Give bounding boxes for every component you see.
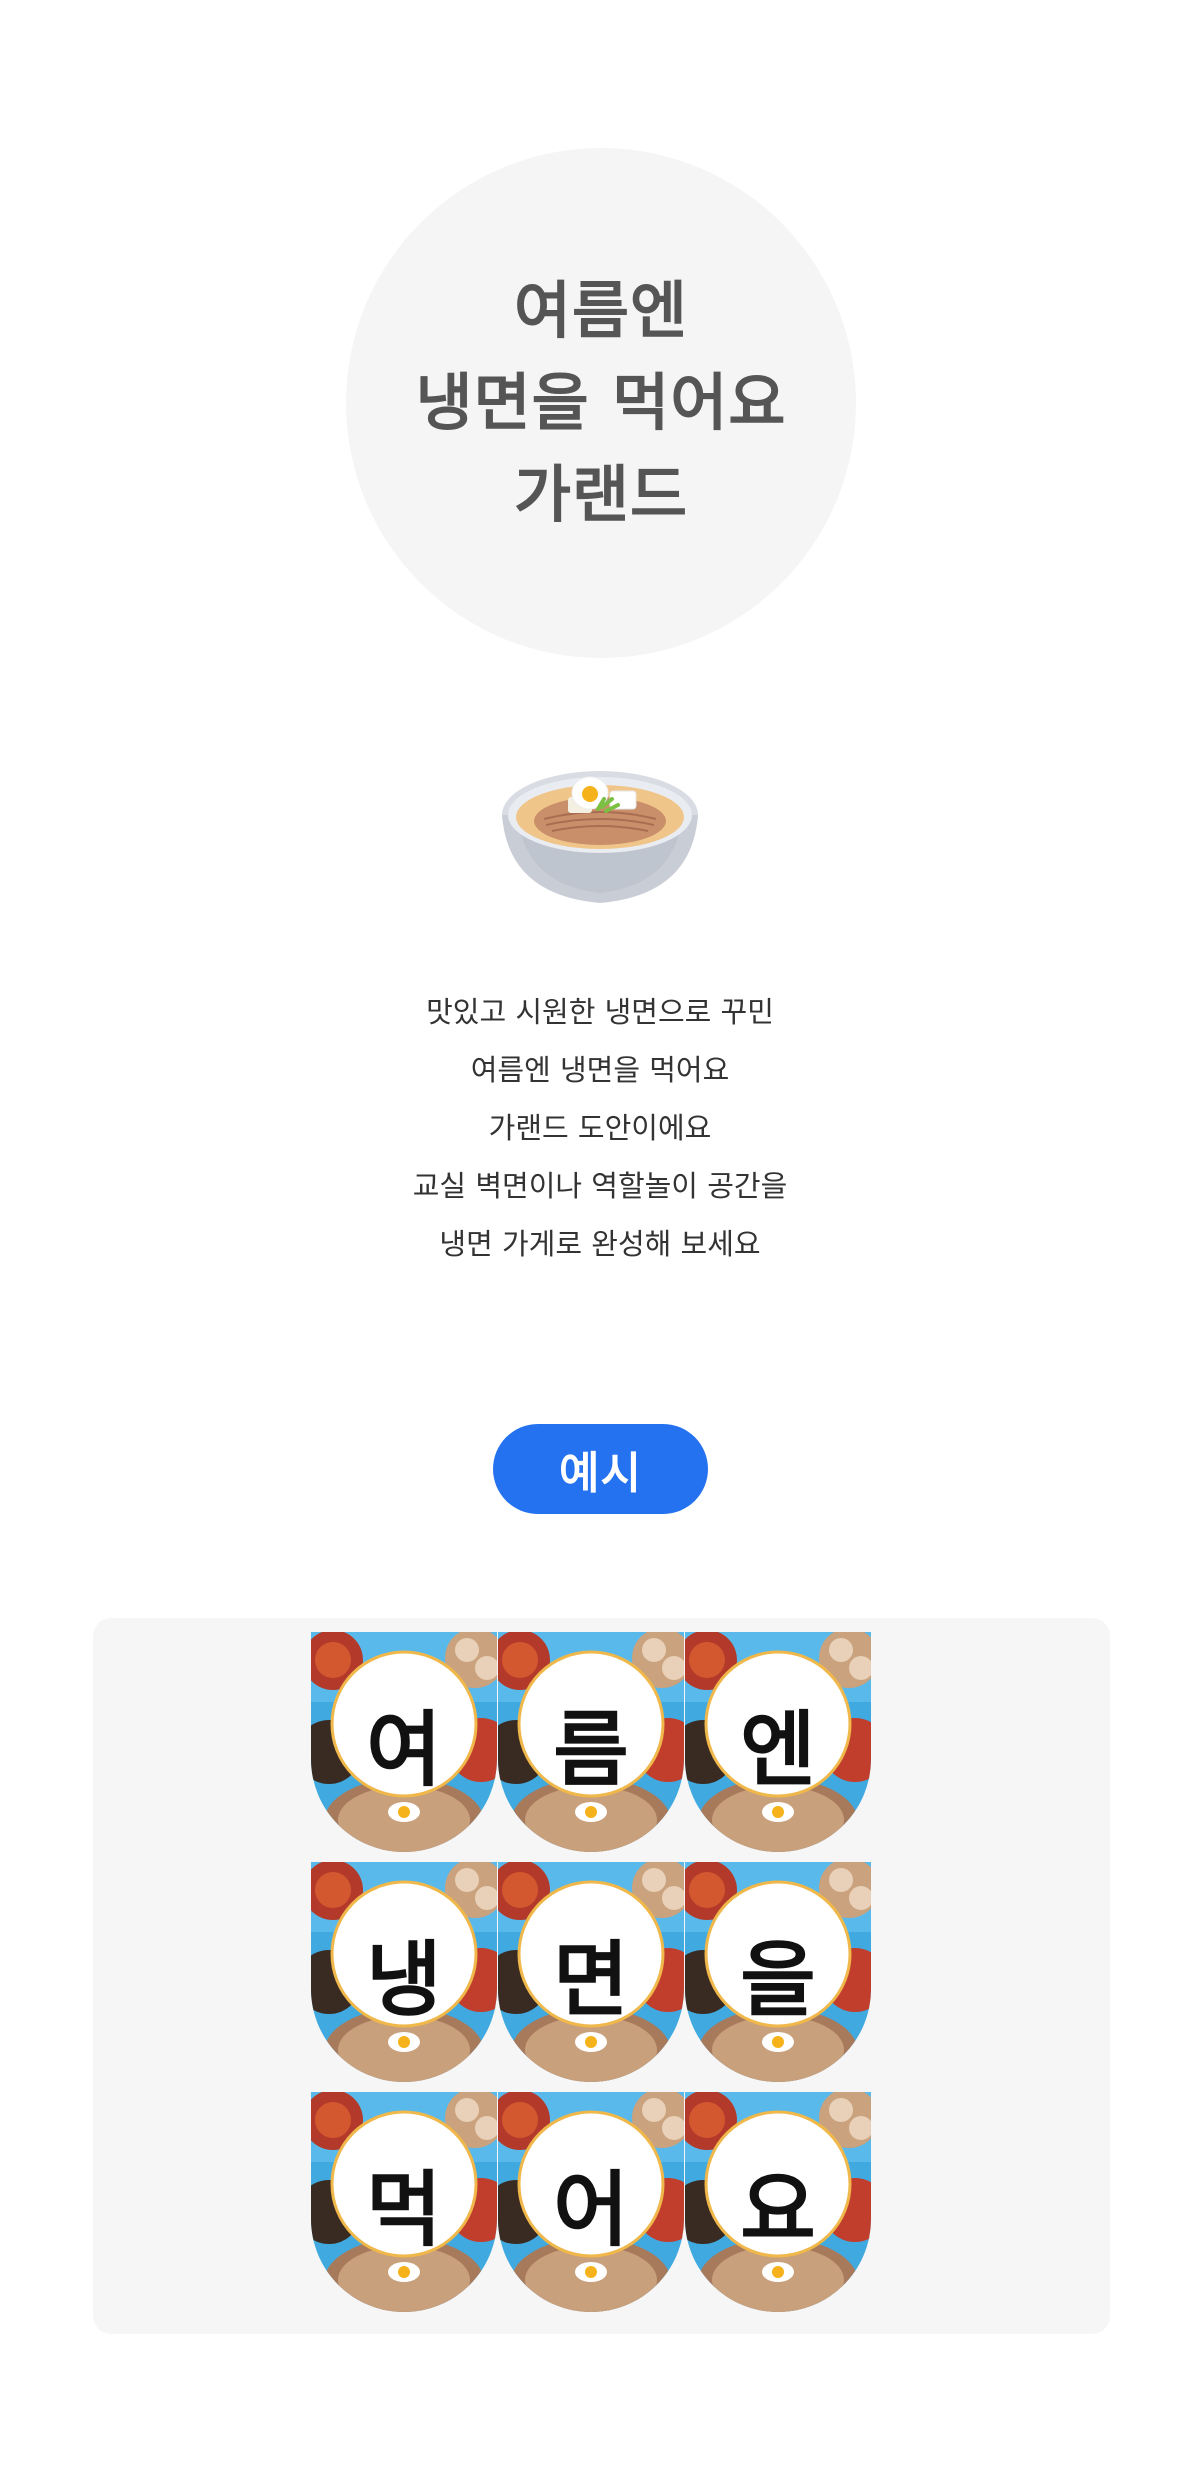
garland-letter: 름 [553,1702,629,1798]
garland-preview-panel: 여 름 엔냉 면 을먹 어 요 [93,1618,1110,2334]
garland-letter: 먹 [366,2162,442,2258]
example-button[interactable]: 예시 [493,1424,708,1514]
description-line-4: 교실 벽면이나 역할놀이 공간을 [412,1169,788,1203]
title-circle: 여름엔 냉면을 먹어요 가랜드 [346,148,856,658]
description: 맛있고 시원한 냉면으로 꾸민 여름엔 냉면을 먹어요 가랜드 도안이에요 교실… [300,983,900,1273]
garland-letter: 냉 [366,1932,442,2028]
garland-card: 어 [498,2092,684,2312]
naengmyeon-bowl-icon [502,771,698,903]
garland-card: 요 [685,2092,871,2312]
description-line-5: 냉면 가게로 완성해 보세요 [439,1227,761,1261]
garland-card: 면 [498,1862,684,2082]
garland-letter: 여 [366,1702,442,1798]
garland-letter: 을 [740,1932,816,2028]
garland-card: 을 [685,1862,871,2082]
garland-card: 먹 [311,2092,497,2312]
title-line-3: 가랜드 [513,458,689,531]
title-line-1: 여름엔 [513,274,689,347]
description-line-3: 가랜드 도안이에요 [488,1111,712,1145]
garland-card: 여 [311,1632,497,1852]
title-line-2: 냉면을 먹어요 [415,366,787,439]
description-line-1: 맛있고 시원한 냉면으로 꾸민 [426,995,774,1029]
garland-card: 름 [498,1632,684,1852]
garland-letter: 면 [553,1932,629,2028]
garland-card: 엔 [685,1632,871,1852]
garland-letter: 엔 [740,1702,816,1798]
garland-letter: 어 [553,2162,629,2258]
garland-card: 냉 [311,1862,497,2082]
garland-letter: 요 [740,2162,816,2258]
description-line-2: 여름엔 냉면을 먹어요 [470,1053,730,1087]
